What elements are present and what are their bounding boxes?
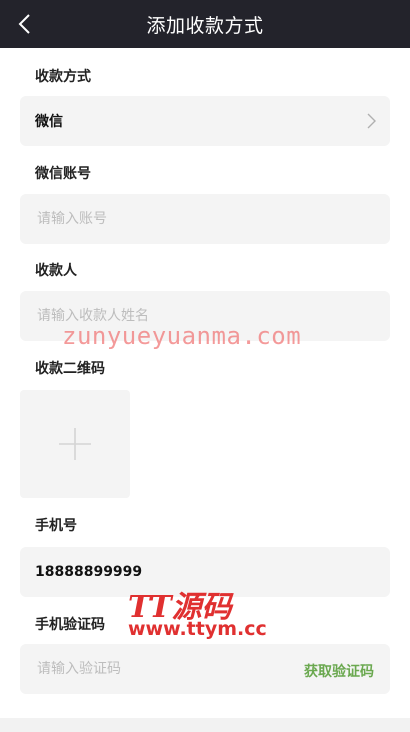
phone-value: 18888899999 [35,564,143,580]
account-label: 微信账号 [35,166,91,182]
qrcode-upload-button[interactable] [20,390,130,498]
method-value: 微信 [35,114,63,130]
page: 添加收款方式 收款方式 微信 微信账号 收款人 收款二维码 手机号 188888… [0,0,410,732]
watermark-url: zunyueyuanma.com [62,322,302,350]
watermark-logo: TT源码 www.ttym.cc [128,582,278,646]
back-button[interactable] [8,6,40,42]
chevron-right-icon [367,113,376,129]
verify-input[interactable] [35,660,275,678]
phone-label: 手机号 [35,518,77,534]
payee-label: 收款人 [35,263,77,279]
verify-field: 获取验证码 [20,644,390,694]
account-field [20,194,390,244]
qrcode-label: 收款二维码 [35,361,105,377]
top-navbar: 添加收款方式 [0,0,410,48]
bottom-bar [0,718,410,732]
chevron-left-icon [18,14,30,34]
method-label: 收款方式 [35,69,91,85]
account-input[interactable] [35,210,375,228]
verify-label: 手机验证码 [35,617,105,633]
method-select[interactable]: 微信 [20,96,390,146]
plus-icon [59,428,91,460]
watermark-logo-url: www.ttym.cc [128,618,267,640]
get-code-button[interactable]: 获取验证码 [304,661,374,681]
page-title: 添加收款方式 [146,14,264,37]
